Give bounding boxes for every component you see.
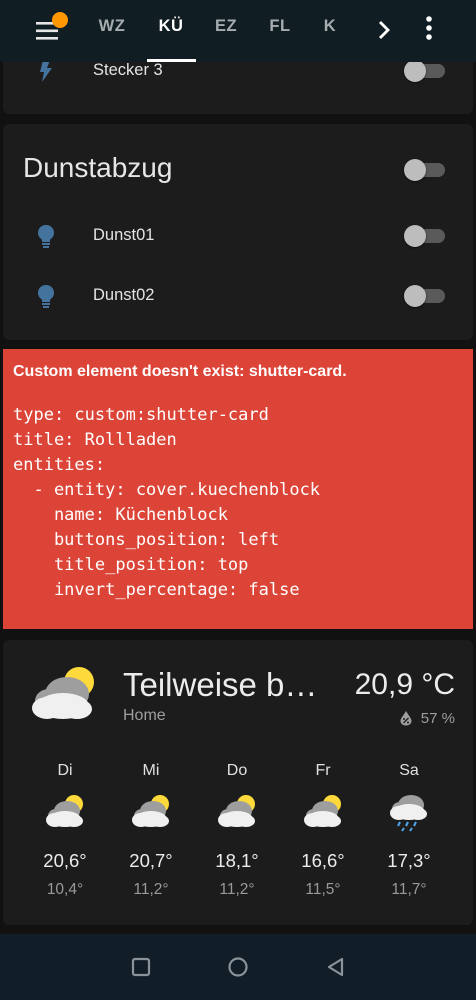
toggle-switch[interactable] xyxy=(401,59,449,83)
recents-icon xyxy=(131,957,151,977)
forecast-high: 17,3° xyxy=(387,850,431,871)
chevron-right-icon xyxy=(379,21,390,39)
tab-wz[interactable]: WZ xyxy=(94,17,130,41)
toggle-switch[interactable] xyxy=(401,284,449,308)
error-title: Custom element doesn't exist: shutter-ca… xyxy=(13,363,347,380)
entity-row-dunst01[interactable]: Dunst01 xyxy=(3,215,473,255)
entity-name: Dunst02 xyxy=(93,286,155,304)
home-icon xyxy=(228,957,248,977)
partly-cloudy-icon xyxy=(46,795,83,827)
scroll-tabs-right-button[interactable] xyxy=(370,16,398,44)
tab-fl[interactable]: FL xyxy=(263,17,297,41)
weather-forecast: Di 20,6° 10,4° Mi 20,7° 11,2° Do 18,1° 1… xyxy=(22,760,454,910)
tab-k[interactable]: K xyxy=(318,17,342,41)
forecast-low: 11,2° xyxy=(133,881,169,898)
tab-kue[interactable]: KÜ xyxy=(152,17,190,41)
entity-name: Stecker 3 xyxy=(93,61,163,79)
partly-cloudy-icon xyxy=(304,795,341,827)
toggle-switch[interactable] xyxy=(401,224,449,248)
back-button[interactable] xyxy=(325,956,347,978)
lightbulb-icon xyxy=(38,225,54,248)
recents-button[interactable] xyxy=(130,956,152,978)
top-toolbar: WZ KÜ EZ FL K xyxy=(0,0,476,62)
forecast-day-name: Do xyxy=(226,762,248,779)
system-navigation-bar xyxy=(0,934,476,1000)
home-button[interactable] xyxy=(227,956,249,978)
forecast-day-name: Sa xyxy=(399,762,419,779)
weather-card[interactable]: Teilweise b… Home 20,9 °C 57 % Di 20,6° … xyxy=(3,640,473,925)
notification-badge xyxy=(52,12,68,28)
overflow-menu-button[interactable] xyxy=(414,12,444,46)
forecast-low: 11,2° xyxy=(219,881,255,898)
entity-name: Dunst01 xyxy=(93,226,155,244)
app-screen: WZ KÜ EZ FL K Stecker 3 Dunstabzug Dunst… xyxy=(0,0,476,1000)
forecast-high: 20,7° xyxy=(129,850,173,871)
current-temperature: 20,9 °C xyxy=(354,668,455,701)
lightbulb-icon xyxy=(38,285,54,308)
sidebar-menu-button[interactable] xyxy=(32,12,68,50)
back-icon xyxy=(327,957,344,977)
forecast-day-name: Mi xyxy=(142,762,160,779)
partly-cloudy-icon xyxy=(32,667,94,719)
forecast-high: 20,6° xyxy=(43,850,87,871)
partly-cloudy-icon xyxy=(132,795,169,827)
error-config-code: type: custom:shutter-card title: Rolllad… xyxy=(13,405,321,600)
tab-ez[interactable]: EZ xyxy=(208,17,244,41)
forecast-high: 16,6° xyxy=(301,850,345,871)
weather-state: Teilweise b… xyxy=(123,666,318,703)
water-percent-icon xyxy=(400,711,412,726)
header-toggle-switch[interactable] xyxy=(401,158,449,182)
more-vertical-icon xyxy=(426,16,432,40)
forecast-high: 18,1° xyxy=(215,850,259,871)
error-card: Custom element doesn't exist: shutter-ca… xyxy=(3,349,473,629)
card-title: Dunstabzug xyxy=(23,152,173,183)
humidity-readout: 57 % xyxy=(399,710,455,727)
entity-row-dunst02[interactable]: Dunst02 xyxy=(3,275,473,315)
forecast-low: 11,7° xyxy=(391,881,427,898)
weather-location-name: Home xyxy=(123,707,166,724)
forecast-day-name: Fr xyxy=(315,762,331,779)
partly-cloudy-icon xyxy=(218,795,255,827)
entities-card-dunstabzug: Dunstabzug Dunst01 Dunst02 xyxy=(3,124,473,340)
rainy-icon xyxy=(390,795,427,832)
forecast-low: 10,4° xyxy=(46,881,84,898)
forecast-day-name: Di xyxy=(57,762,73,779)
forecast-low: 11,5° xyxy=(305,881,341,898)
humidity-value: 57 % xyxy=(420,710,455,727)
active-tab-indicator xyxy=(147,59,196,62)
